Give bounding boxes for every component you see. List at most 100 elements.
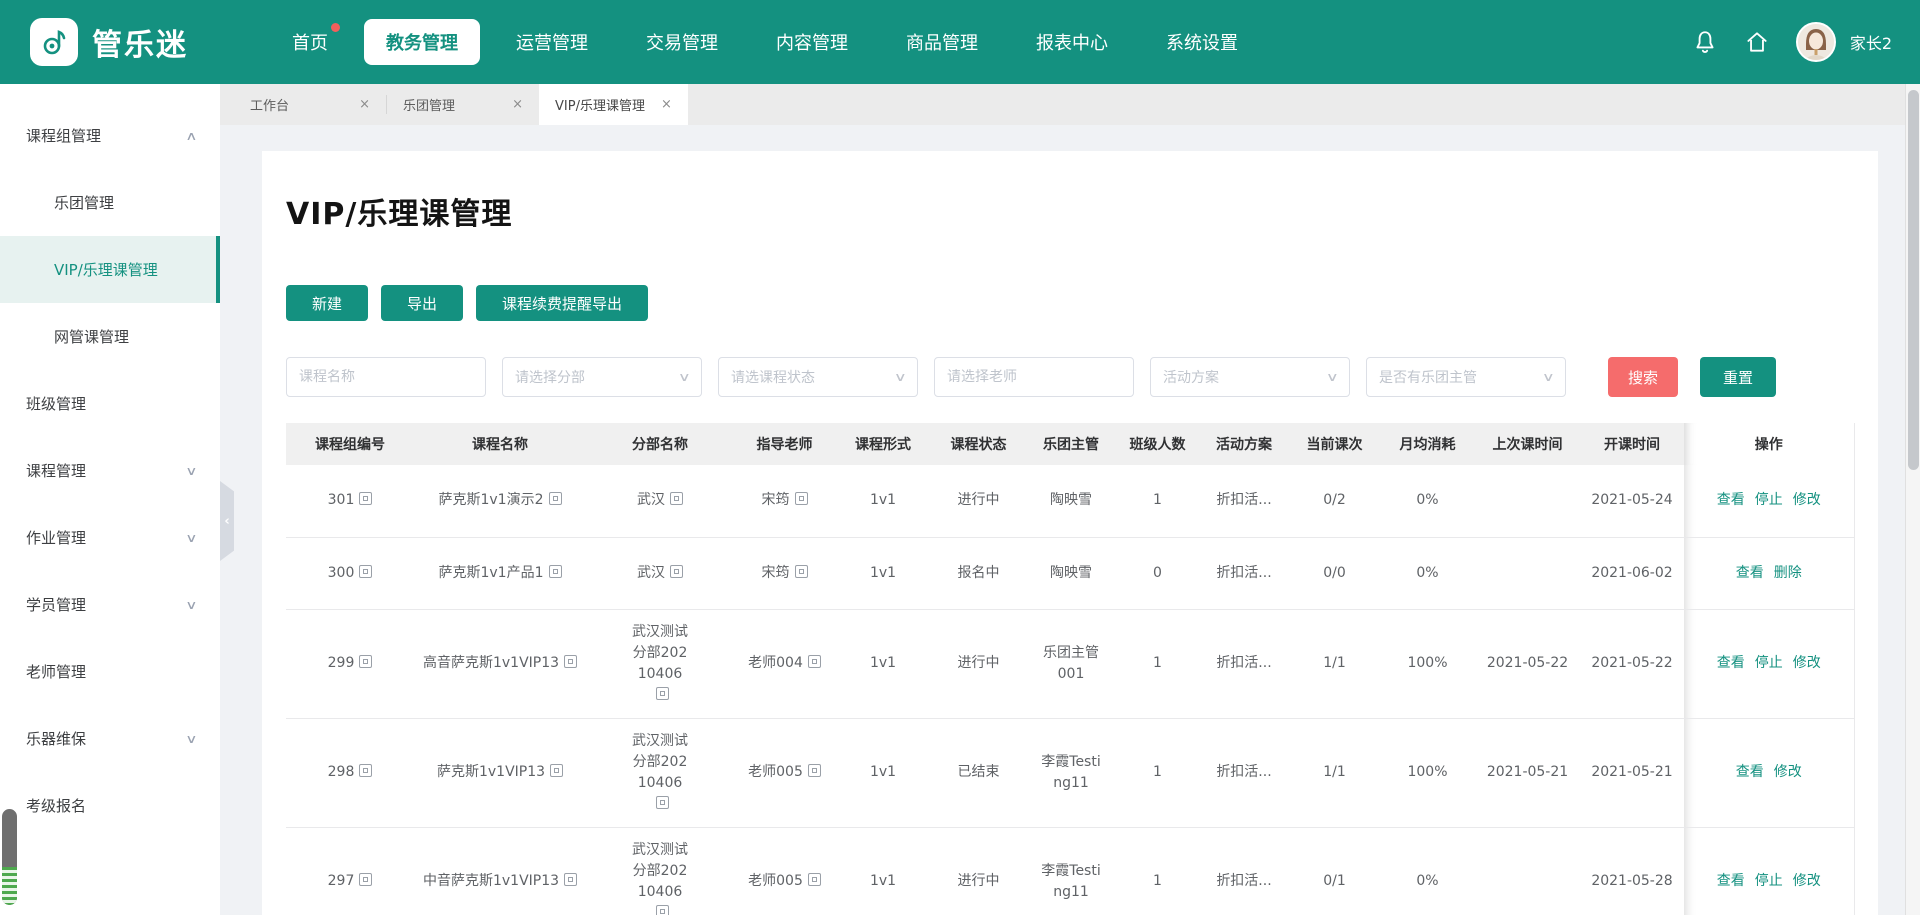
copy-icon[interactable] — [808, 764, 821, 777]
copy-icon[interactable] — [808, 655, 821, 668]
cell-text: 1 — [1122, 762, 1193, 783]
filter-select-是否有乐团主管[interactable]: 是否有乐团主管∨ — [1366, 357, 1566, 397]
copy-icon[interactable] — [656, 687, 669, 700]
action-view-link[interactable]: 查看 — [1717, 655, 1745, 671]
sidebar-item-label: 班级管理 — [26, 393, 86, 414]
copy-icon[interactable] — [808, 873, 821, 886]
sidebar-item-乐器维保[interactable]: 乐器维保∨ — [0, 705, 220, 772]
button-课程续费提醒导出[interactable]: 课程续费提醒导出 — [476, 285, 648, 321]
chevron-down-icon: ∨ — [1542, 370, 1555, 384]
app-header: 管乐迷 首页教务管理运营管理交易管理内容管理商品管理报表中心系统设置 家长2 — [0, 0, 1920, 84]
copy-icon[interactable] — [359, 655, 372, 668]
action-delete-link[interactable]: 删除 — [1774, 565, 1802, 581]
nav-item-报表中心[interactable]: 报表中心 — [1014, 19, 1130, 65]
user-avatar[interactable] — [1796, 22, 1836, 62]
sidebar-item-班级管理[interactable]: 班级管理 — [0, 370, 220, 437]
nav-item-交易管理[interactable]: 交易管理 — [624, 19, 740, 65]
copy-icon[interactable] — [795, 492, 808, 505]
cell-text: 1v1 — [841, 762, 925, 783]
action-view-link[interactable]: 查看 — [1736, 764, 1764, 780]
copy-icon[interactable] — [795, 565, 808, 578]
action-edit-link[interactable]: 修改 — [1793, 492, 1821, 508]
action-stop-link[interactable]: 停止 — [1755, 655, 1783, 671]
cell-text: 萨克斯1v1VIP13 — [420, 762, 580, 783]
cell-last_time — [1475, 465, 1580, 537]
nav-item-系统设置[interactable]: 系统设置 — [1144, 19, 1260, 65]
action-stop-link[interactable]: 停止 — [1755, 492, 1783, 508]
cell-text: 298 — [292, 762, 408, 783]
cell-id: 300 — [286, 537, 414, 609]
copy-icon[interactable] — [670, 492, 683, 505]
copy-icon[interactable] — [670, 565, 683, 578]
sidebar-collapse-handle[interactable]: ‹ — [220, 481, 234, 561]
tab-乐团管理[interactable]: 乐团管理× — [387, 84, 539, 125]
action-view-link[interactable]: 查看 — [1736, 565, 1764, 581]
tab-VIP/乐理课管理[interactable]: VIP/乐理课管理× — [539, 84, 688, 125]
filter-select-请选择分部[interactable]: 请选择分部∨ — [502, 357, 702, 397]
cell-status: 报名中 — [931, 537, 1026, 609]
sidebar-item-学员管理[interactable]: 学员管理∨ — [0, 571, 220, 638]
page-scrollbar[interactable] — [1905, 84, 1920, 915]
button-导出[interactable]: 导出 — [381, 285, 463, 321]
input-请选择老师[interactable] — [947, 369, 1121, 385]
cell-last_time — [1475, 827, 1580, 915]
copy-icon[interactable] — [656, 905, 669, 915]
sidebar-item-课程组管理[interactable]: 课程组管理∧ — [0, 102, 220, 169]
copy-icon[interactable] — [359, 565, 372, 578]
action-view-link[interactable]: 查看 — [1717, 492, 1745, 508]
action-edit-link[interactable]: 修改 — [1793, 655, 1821, 671]
filter-select-请选课程状态[interactable]: 请选课程状态∨ — [718, 357, 918, 397]
tab-close-icon[interactable]: × — [512, 97, 523, 112]
column-header-班级人数: 班级人数 — [1116, 423, 1199, 465]
cell-text: 1v1 — [841, 871, 925, 892]
action-view-link[interactable]: 查看 — [1717, 873, 1745, 889]
bell-icon[interactable] — [1692, 29, 1718, 55]
action-edit-link[interactable]: 修改 — [1774, 764, 1802, 780]
copy-icon[interactable] — [564, 873, 577, 886]
copy-icon[interactable] — [550, 764, 563, 777]
action-stop-link[interactable]: 停止 — [1755, 873, 1783, 889]
action-edit-link[interactable]: 修改 — [1793, 873, 1821, 889]
sidebar-scrollbar-thumb[interactable] — [2, 809, 17, 905]
copy-icon[interactable] — [359, 873, 372, 886]
reset-button[interactable]: 重置 — [1700, 357, 1776, 397]
filter-select-活动方案[interactable]: 活动方案∨ — [1150, 357, 1350, 397]
copy-icon[interactable] — [656, 796, 669, 809]
tab-close-icon[interactable]: × — [359, 97, 370, 112]
sidebar-item-乐团管理[interactable]: 乐团管理 — [0, 169, 220, 236]
cell-text: 进行中 — [937, 653, 1020, 674]
cell-start_time: 2021-06-02 — [1580, 537, 1684, 609]
copy-icon[interactable] — [549, 565, 562, 578]
page-scrollbar-thumb[interactable] — [1908, 90, 1919, 470]
nav-item-内容管理[interactable]: 内容管理 — [754, 19, 870, 65]
username-label[interactable]: 家长2 — [1850, 30, 1892, 54]
search-button[interactable]: 搜索 — [1608, 357, 1678, 397]
sidebar-item-老师管理[interactable]: 老师管理 — [0, 638, 220, 705]
sidebar-item-考级报名[interactable]: 考级报名 — [0, 772, 220, 839]
nav-item-运营管理[interactable]: 运营管理 — [494, 19, 610, 65]
chevron-down-icon: ∨ — [678, 370, 691, 384]
nav-item-商品管理[interactable]: 商品管理 — [884, 19, 1000, 65]
sidebar-item-课程管理[interactable]: 课程管理∨ — [0, 437, 220, 504]
input-课程名称[interactable] — [299, 369, 473, 385]
home-icon[interactable] — [1744, 29, 1770, 55]
copy-icon[interactable] — [564, 655, 577, 668]
nav-item-首页[interactable]: 首页 — [270, 19, 350, 65]
sidebar-item-网管课管理[interactable]: 网管课管理 — [0, 303, 220, 370]
copy-icon[interactable] — [359, 764, 372, 777]
sidebar-item-VIP/乐理课管理[interactable]: VIP/乐理课管理 — [0, 236, 220, 303]
copy-icon[interactable] — [549, 492, 562, 505]
sidebar-item-作业管理[interactable]: 作业管理∨ — [0, 504, 220, 571]
tab-工作台[interactable]: 工作台× — [234, 84, 386, 125]
cell-text: 1 — [1122, 871, 1193, 892]
tab-close-icon[interactable]: × — [661, 97, 672, 112]
cell-session: 0/0 — [1289, 537, 1380, 609]
button-新建[interactable]: 新建 — [286, 285, 368, 321]
copy-icon[interactable] — [359, 492, 372, 505]
brand-logo: 管乐迷 — [30, 18, 188, 66]
cell-teacher: 宋筠 — [734, 537, 835, 609]
nav-item-教务管理[interactable]: 教务管理 — [364, 19, 480, 65]
filter-input-请选择老师[interactable] — [934, 357, 1134, 397]
chevron-down-icon: ∨ — [185, 598, 197, 612]
filter-input-课程名称[interactable] — [286, 357, 486, 397]
